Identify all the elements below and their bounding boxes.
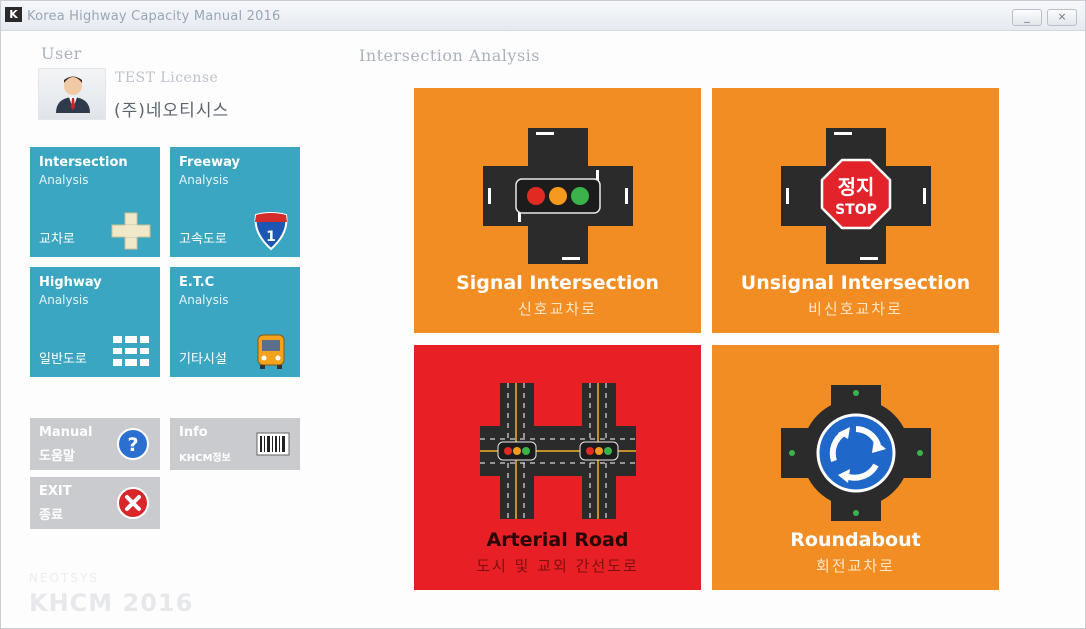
product-brand: KHCM 2016: [29, 589, 194, 617]
unsignal-intersection-card[interactable]: 정지 STOP Unsignal Intersection 비신호교차로: [712, 88, 999, 333]
card-title: Roundabout: [790, 529, 921, 551]
company-name: (주)네오티시스: [114, 101, 230, 121]
user-section-label: User: [41, 44, 82, 63]
manual-button[interactable]: Manual 도움말 ?: [30, 418, 160, 470]
traffic-signal-icon: [483, 128, 633, 264]
tile-title: Freeway: [179, 155, 240, 170]
card-title: Arterial Road: [486, 529, 629, 551]
app-window: K Korea Highway Capacity Manual 2016 _ ×…: [0, 0, 1086, 629]
tile-subtitle: Analysis: [179, 173, 229, 187]
svg-text:1: 1: [266, 229, 276, 245]
signal-intersection-card[interactable]: Signal Intersection 신호교차로: [414, 88, 701, 333]
tile-subtitle: Analysis: [39, 173, 89, 187]
tile-subtitle: Analysis: [39, 293, 89, 307]
interstate-shield-icon: 1: [254, 212, 288, 251]
etc-analysis-tile[interactable]: E.T.C Analysis 기타시설: [170, 267, 300, 377]
card-title: Signal Intersection: [456, 272, 659, 294]
intersection-analysis-tile[interactable]: Intersection Analysis 교차로: [30, 147, 160, 257]
user-avatar-icon: [56, 76, 90, 113]
roundabout-icon: [781, 385, 931, 521]
manual-korean-label: 도움말: [39, 449, 75, 464]
license-label: TEST License: [115, 70, 219, 86]
window-title: Korea Highway Capacity Manual 2016: [27, 9, 281, 24]
info-button[interactable]: Info KHCM정보: [170, 418, 300, 470]
card-korean-label: 도시 및 교외 간선도로: [476, 557, 639, 575]
avatar: [38, 68, 106, 120]
help-icon: ?: [117, 428, 149, 460]
exit-button[interactable]: EXIT 종료: [30, 477, 160, 529]
svg-text:?: ?: [127, 434, 138, 456]
freeway-analysis-tile[interactable]: Freeway Analysis 고속도로 1: [170, 147, 300, 257]
tile-korean-label: 고속도로: [179, 232, 227, 247]
road-lanes-icon: [113, 336, 149, 366]
minimize-button[interactable]: _: [1012, 9, 1042, 26]
roundabout-card[interactable]: Roundabout 회전교차로: [712, 345, 999, 590]
tile-subtitle: Analysis: [179, 293, 229, 307]
tile-title: E.T.C: [179, 275, 215, 290]
info-title: Info: [179, 425, 208, 440]
exit-title: EXIT: [39, 484, 72, 499]
tile-korean-label: 기타시설: [179, 352, 227, 367]
stop-sign-icon: 정지 STOP: [781, 128, 931, 264]
intersection-icon: [111, 212, 151, 250]
exit-korean-label: 종료: [39, 508, 63, 523]
highway-analysis-tile[interactable]: Highway Analysis 일반도로: [30, 267, 160, 377]
intersection-analysis-label: Intersection Analysis: [359, 46, 540, 65]
stop-sign-english: STOP: [835, 202, 877, 218]
tile-korean-label: 일반도로: [39, 352, 87, 367]
tile-korean-label: 교차로: [39, 232, 75, 247]
arterial-road-icon: [480, 383, 636, 519]
info-korean-label: KHCM정보: [179, 453, 231, 464]
card-korean-label: 회전교차로: [815, 557, 895, 575]
close-window-button[interactable]: ×: [1047, 9, 1077, 26]
bus-icon: [257, 334, 285, 369]
tile-title: Highway: [39, 275, 102, 290]
barcode-icon: [256, 432, 290, 456]
card-title: Unsignal Intersection: [740, 272, 971, 294]
app-logo-icon: K: [5, 7, 22, 22]
card-korean-label: 신호교차로: [517, 300, 597, 318]
card-korean-label: 비신호교차로: [808, 300, 903, 318]
stop-sign-korean: 정지: [838, 175, 875, 199]
arterial-road-card[interactable]: Arterial Road 도시 및 교외 간선도로: [414, 345, 701, 590]
title-bar: K Korea Highway Capacity Manual 2016 _ ×: [1, 1, 1085, 31]
tile-title: Intersection: [39, 155, 128, 170]
close-icon: [117, 487, 149, 519]
manual-title: Manual: [39, 425, 93, 440]
company-brand: NEOTSYS: [29, 571, 99, 585]
